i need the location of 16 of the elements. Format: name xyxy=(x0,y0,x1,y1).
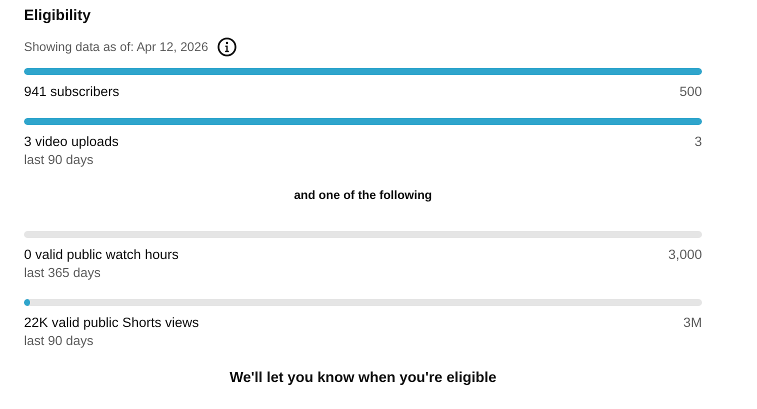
section-title: Eligibility xyxy=(24,6,92,26)
target-value: 3 xyxy=(694,133,702,151)
target-value: 3M xyxy=(683,314,702,332)
target-value: 3,000 xyxy=(668,246,702,264)
period-text: last 365 days xyxy=(24,264,102,282)
metric-label: 941 subscribers xyxy=(24,83,120,101)
metric-label: 3 video uploads xyxy=(24,133,119,151)
footer-message: We'll let you know when you're eligible xyxy=(230,369,496,388)
target-value: 500 xyxy=(679,83,702,101)
metric-label: 0 valid public watch hours xyxy=(24,246,179,264)
period-text: last 90 days xyxy=(24,332,94,350)
connector-text: and one of the following xyxy=(294,187,432,204)
data-date-text: Showing data as of: Apr 12, 2026 xyxy=(24,39,208,56)
info-icon[interactable] xyxy=(217,37,238,57)
metric-label: 22K valid public Shorts views xyxy=(24,314,199,332)
period-text: last 90 days xyxy=(24,151,94,169)
